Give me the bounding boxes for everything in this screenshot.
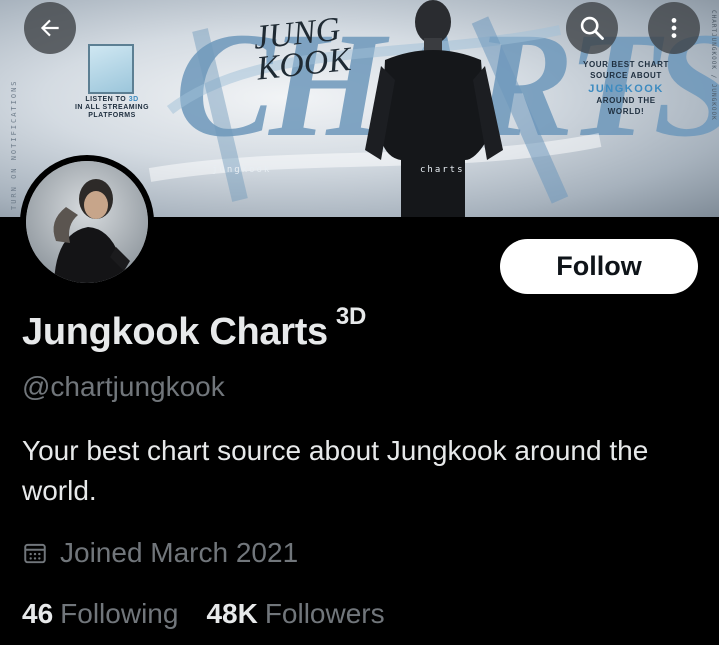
following-count: 46 [22,598,54,629]
banner-figure [365,0,503,217]
display-name-suffix: 3D [335,303,366,330]
promo-left-text: PLATFORMS [88,112,136,120]
followers-label: Followers [264,598,385,629]
promo-left-highlight: 3D [128,96,139,103]
joined-date: Joined March 2021 [22,535,298,571]
followers-link[interactable]: 48K Followers [206,598,384,630]
avatar[interactable] [20,155,154,289]
banner-promo-right: YOUR BEST CHART SOURCE ABOUT JUNGKOOK AR… [572,60,680,118]
promo-right-text: YOUR BEST CHART [583,60,669,69]
album-cover-image [88,44,134,94]
more-button[interactable] [648,2,700,54]
following-link[interactable]: 46 Following [22,598,178,630]
avatar-image [26,161,148,283]
follow-button[interactable]: Follow [500,239,698,294]
promo-right-text: SOURCE ABOUT [590,70,662,80]
display-name: Jungkook Charts 3D [22,303,366,354]
promo-right-text: AROUND THE [596,96,656,106]
profile-bio: Your best chart source about Jungkook ar… [22,435,649,506]
more-vertical-icon [671,18,677,38]
search-button[interactable] [566,2,618,54]
follow-stats: 46 Following 48K Followers [22,596,413,632]
search-icon [580,16,604,40]
banner-promo-left: LISTEN TO 3D IN ALL STREAMING PLATFORMS [70,96,154,120]
following-label: Following [60,598,179,629]
banner-tag-left: jungkook [212,165,272,175]
back-button[interactable] [24,2,76,54]
display-name-text: Jungkook Charts [22,311,328,353]
banner-tag-right: charts [420,165,465,175]
promo-left-text: IN ALL STREAMING [74,104,150,112]
promo-right-text: WORLD! [607,107,645,117]
promo-right-accent: JUNGKOOK [588,82,664,95]
calendar-icon [24,543,46,564]
banner-vertical-right-text: CHARTJUNGKOOK / JUNGKOOK [710,10,717,121]
followers-count: 48K [206,598,258,629]
joined-date-text: Joined March 2021 [60,537,299,568]
user-handle: @chartjungkook [22,371,225,402]
arrow-left-icon [40,19,59,37]
promo-left-text: LISTEN TO [85,96,127,103]
